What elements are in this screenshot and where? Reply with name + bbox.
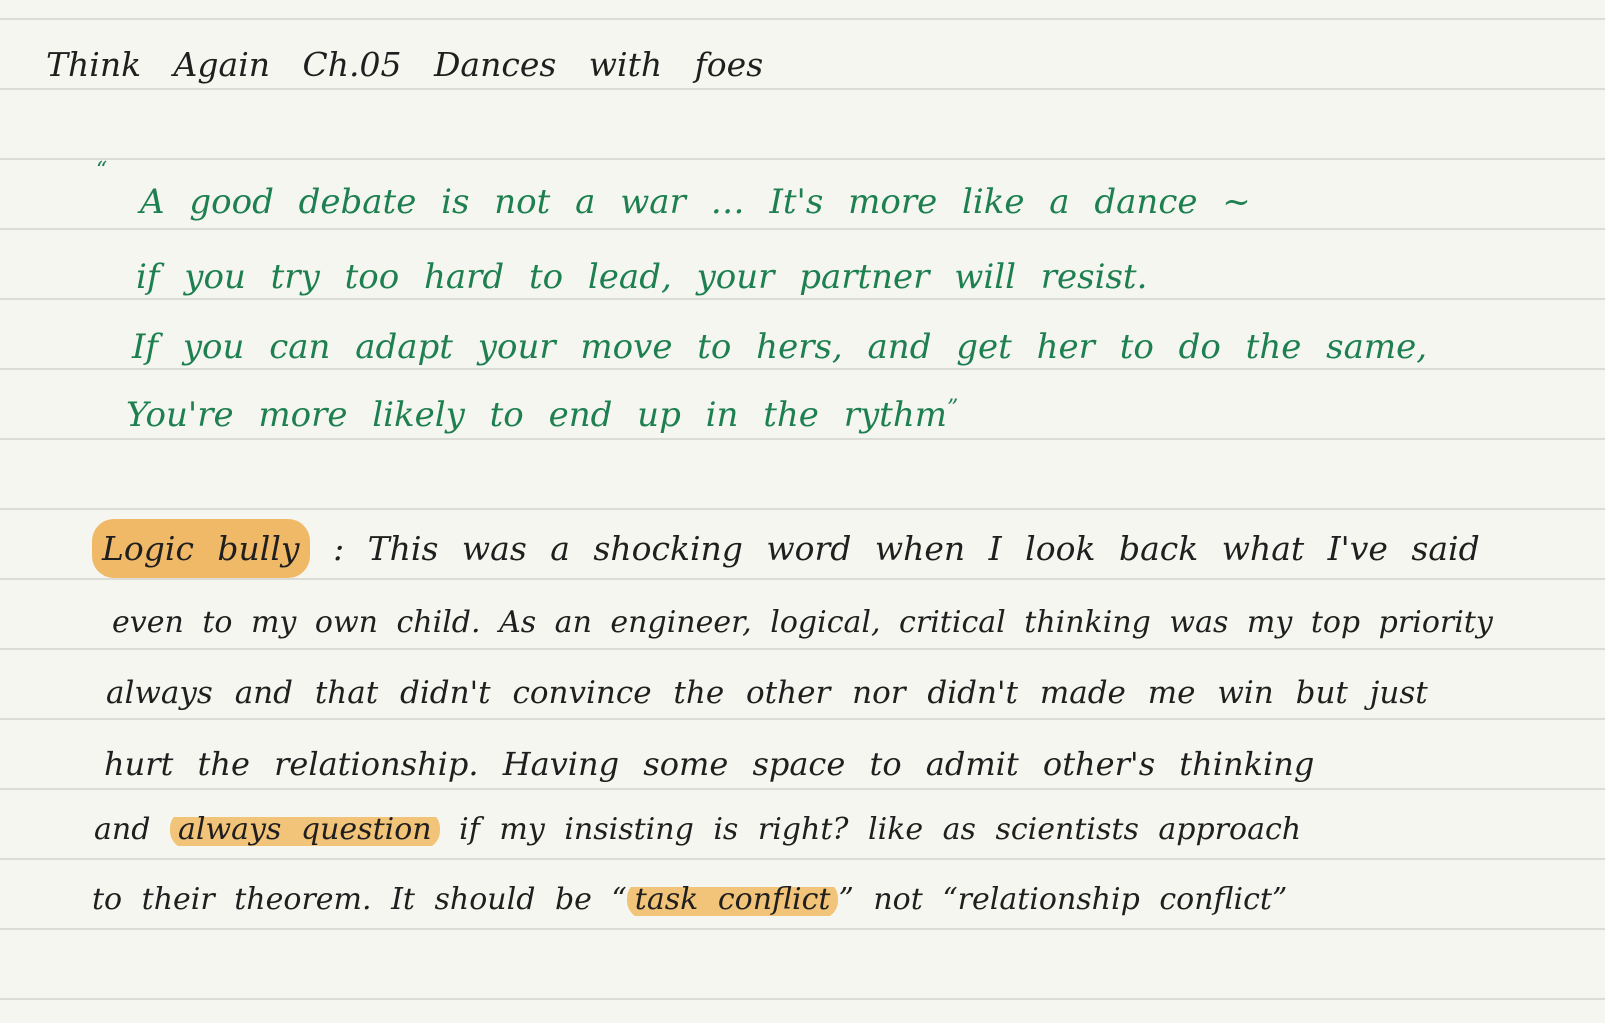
note-line-6-post: ” not “relationship conflict” <box>838 882 1288 917</box>
quote-line-1: A good debate is not a war … It's more l… <box>140 182 1251 222</box>
note-line-5-pre: and <box>94 812 151 847</box>
quote-close-mark: ” <box>946 396 959 421</box>
note-line-2: even to my own child. As an engineer, lo… <box>112 605 1493 640</box>
ruled-line <box>0 578 1605 580</box>
note-line-3: always and that didn't convince the othe… <box>106 675 1428 711</box>
highlight-always-question: always question <box>169 810 440 849</box>
quote-line-2: if you try too hard to lead, your partne… <box>136 257 1148 297</box>
ruled-line <box>0 508 1605 510</box>
note-line-5: and always question if my insisting is r… <box>94 810 1302 849</box>
ruled-line <box>0 718 1605 720</box>
ruled-line <box>0 438 1605 440</box>
ruled-line <box>0 788 1605 790</box>
note-line-1: Logic bully : This was a shocking word w… <box>92 519 1480 578</box>
quote-line-4: You're more likely to end up in the ryth… <box>126 395 959 435</box>
page-title: Think Again Ch.05 Dances with foes <box>46 45 764 84</box>
note-line-5-post: if my insisting is right? like as scient… <box>459 812 1302 847</box>
ruled-line <box>0 228 1605 230</box>
highlight-task-conflict: task conflict <box>626 880 839 919</box>
ruled-line <box>0 928 1605 930</box>
note-line-4: hurt the relationship. Having some space… <box>104 745 1315 783</box>
ruled-line <box>0 858 1605 860</box>
note-line-1-text: : This was a shocking word when I look b… <box>333 529 1480 568</box>
quote-open-mark: “ <box>96 158 108 183</box>
ruled-line <box>0 18 1605 20</box>
note-line-6-pre: to their theorem. It should be “ <box>92 882 627 917</box>
ruled-line <box>0 998 1605 1000</box>
ruled-line <box>0 88 1605 90</box>
ruled-line <box>0 158 1605 160</box>
note-line-6: to their theorem. It should be “task con… <box>92 880 1288 919</box>
highlight-logic-bully: Logic bully <box>92 519 310 578</box>
ruled-line <box>0 298 1605 300</box>
ruled-line <box>0 648 1605 650</box>
ruled-line <box>0 368 1605 370</box>
quote-line-3: If you can adapt your move to hers, and … <box>132 327 1428 367</box>
quote-line-4-text: You're more likely to end up in the ryth… <box>126 395 947 435</box>
